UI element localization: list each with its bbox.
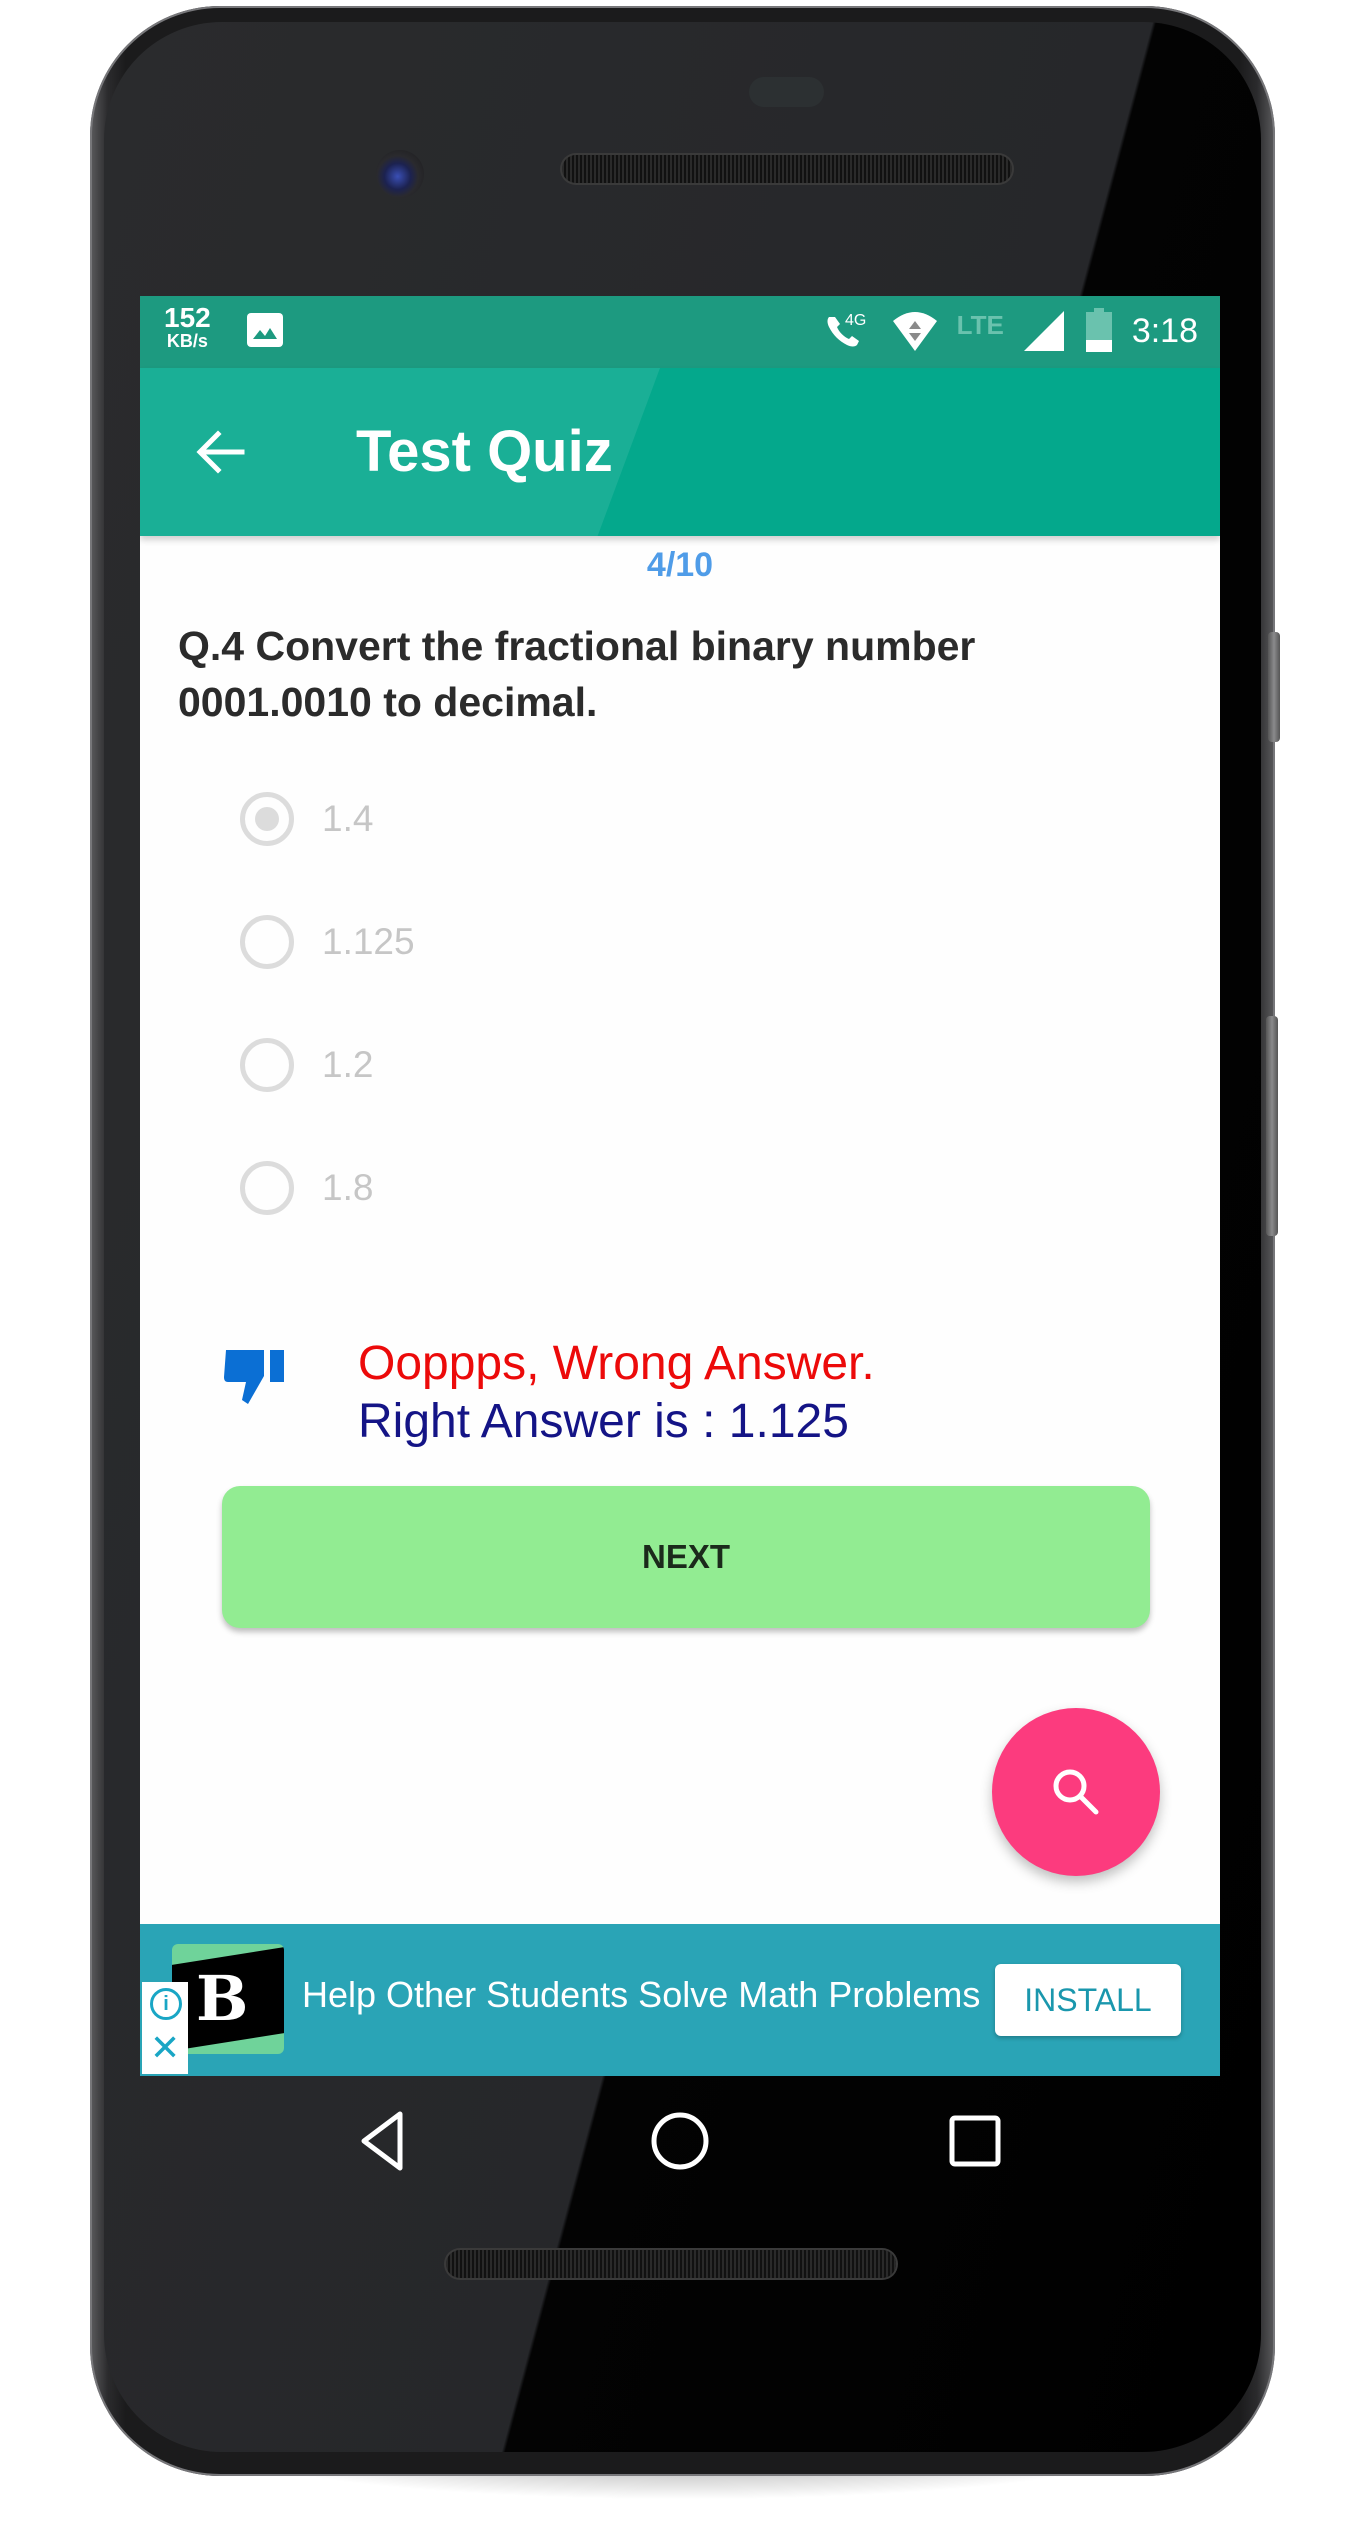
- answer-option[interactable]: 1.4: [240, 792, 415, 915]
- status-bar: 152 KB/s 4G LTE 3:18: [140, 296, 1220, 368]
- power-button: [1268, 632, 1280, 742]
- ad-logo-letter: B: [196, 1962, 249, 2035]
- arrow-left-icon[interactable]: [192, 424, 248, 480]
- search-fab[interactable]: [992, 1708, 1160, 1876]
- lte-label: LTE: [956, 309, 1004, 340]
- app-bar: Test Quiz: [140, 368, 1220, 536]
- radio-button-selected[interactable]: [240, 792, 294, 846]
- right-answer-text: Right Answer is : 1.125: [358, 1395, 849, 1448]
- radio-button[interactable]: [240, 1161, 294, 1215]
- volume-button: [1266, 1016, 1278, 1236]
- proximity-sensor: [749, 77, 824, 107]
- next-button[interactable]: NEXT: [222, 1486, 1150, 1628]
- clock: 3:18: [1131, 311, 1198, 350]
- answer-option-label: 1.2: [322, 1044, 374, 1085]
- answer-options: 1.4 1.125 1.2 1.8: [240, 792, 415, 1284]
- signal-icon: [1023, 311, 1064, 351]
- image-icon: [247, 313, 283, 347]
- ad-banner[interactable]: B i ✕ Help Other Students Solve Math Pro…: [140, 1924, 1220, 2076]
- page-title: Test Quiz: [356, 419, 613, 484]
- ad-choices: i ✕: [142, 1982, 188, 2074]
- ad-text: Help Other Students Solve Math Problems: [302, 1974, 981, 2015]
- radio-button[interactable]: [240, 915, 294, 969]
- close-icon[interactable]: ✕: [150, 2030, 180, 2066]
- answer-option[interactable]: 1.125: [240, 915, 415, 1038]
- screen: 152 KB/s 4G LTE 3:18 Test Quiz 4/10 Q.4 …: [140, 296, 1220, 2076]
- home-circle-icon[interactable]: [645, 2106, 715, 2176]
- network-speed-value: 152: [164, 302, 211, 333]
- bottom-speaker: [446, 2250, 896, 2278]
- svg-text:4G: 4G: [845, 312, 866, 329]
- network-speed: 152 KB/s: [164, 302, 211, 351]
- info-icon[interactable]: i: [150, 1988, 182, 2020]
- radio-button[interactable]: [240, 1038, 294, 1092]
- answer-option-label: 1.8: [322, 1167, 374, 1208]
- search-icon: [1053, 1769, 1099, 1815]
- volte-call-icon: 4G: [827, 312, 866, 347]
- status-icons: 4G LTE 3:18: [823, 306, 1198, 356]
- battery-icon: [1085, 308, 1112, 352]
- wifi-icon: [892, 312, 937, 351]
- answer-option-label: 1.4: [322, 798, 374, 839]
- nav-bar: [140, 2076, 1220, 2216]
- install-button[interactable]: INSTALL: [995, 1964, 1181, 2036]
- question-text: Q.4 Convert the fractional binary number…: [178, 623, 976, 725]
- network-speed-unit: KB/s: [166, 331, 208, 351]
- wrong-answer-text: Ooppps, Wrong Answer.: [358, 1337, 875, 1390]
- back-triangle-icon[interactable]: [350, 2106, 420, 2176]
- answer-option[interactable]: 1.8: [240, 1161, 415, 1284]
- ad-app-logo: B: [172, 1944, 284, 2054]
- front-camera: [376, 150, 424, 198]
- answer-option-label: 1.125: [322, 921, 415, 962]
- recents-square-icon[interactable]: [940, 2106, 1010, 2176]
- answer-option[interactable]: 1.2: [240, 1038, 415, 1161]
- question-progress: 4/10: [646, 546, 714, 584]
- earpiece-speaker: [562, 155, 1012, 183]
- thumbs-down-icon: [224, 1350, 284, 1404]
